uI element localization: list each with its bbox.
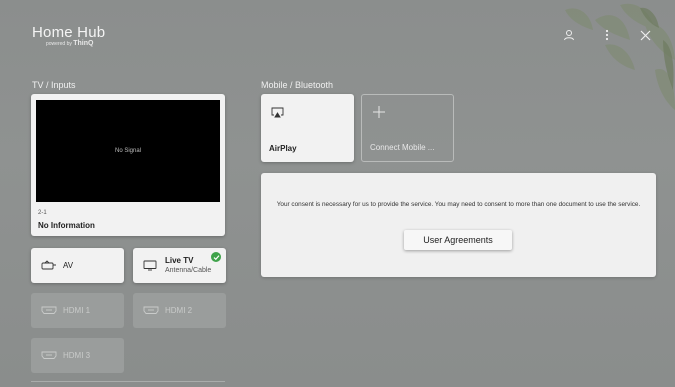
connect-mobile-label: Connect Mobile ... bbox=[370, 143, 435, 152]
program-info: No Information bbox=[38, 221, 95, 230]
airplay-icon bbox=[271, 105, 284, 123]
user-agreements-button[interactable]: User Agreements bbox=[404, 230, 512, 250]
input-live-tv-label: Live TV bbox=[165, 255, 194, 265]
top-icon-bar bbox=[561, 27, 653, 43]
input-av-label: AV bbox=[63, 261, 74, 270]
app-header: Home Hub powered by ThinQ bbox=[32, 24, 105, 47]
input-live-tv-sublabel: Antenna/Cable bbox=[165, 266, 212, 274]
hdmi-icon bbox=[41, 305, 57, 317]
input-hdmi-3-label: HDMI 3 bbox=[63, 351, 91, 360]
input-hdmi-1[interactable]: HDMI 1 bbox=[31, 293, 124, 328]
divider bbox=[31, 381, 225, 382]
input-live-tv[interactable]: Live TV Antenna/Cable bbox=[133, 248, 226, 283]
tv-inputs-label: TV / Inputs bbox=[32, 80, 76, 90]
input-hdmi-2-label: HDMI 2 bbox=[165, 306, 193, 315]
hdmi-icon bbox=[143, 305, 159, 317]
input-av[interactable]: AV bbox=[31, 248, 124, 283]
app-subtitle: powered by ThinQ bbox=[46, 40, 105, 47]
tv-preview-card[interactable]: No Signal 2-1 No Information bbox=[31, 94, 225, 236]
airplay-card[interactable]: AirPlay bbox=[261, 94, 354, 162]
consent-message: Your consent is necessary for us to prov… bbox=[276, 201, 641, 208]
input-hdmi-3[interactable]: HDMI 3 bbox=[31, 338, 124, 373]
hdmi-icon bbox=[41, 350, 57, 362]
subtitle-brand: ThinQ bbox=[73, 40, 94, 47]
plus-icon bbox=[373, 105, 385, 123]
av-input-icon bbox=[41, 260, 57, 272]
tv-preview-screen: No Signal bbox=[36, 100, 220, 202]
airplay-label: AirPlay bbox=[269, 144, 297, 153]
close-icon[interactable] bbox=[637, 27, 653, 43]
account-icon[interactable] bbox=[561, 27, 577, 43]
channel-number: 2-1 bbox=[38, 210, 47, 216]
live-tv-text: Live TV Antenna/Cable bbox=[165, 256, 211, 276]
input-hdmi-1-label: HDMI 1 bbox=[63, 306, 91, 315]
more-options-icon[interactable] bbox=[599, 27, 615, 43]
input-hdmi-2[interactable]: HDMI 2 bbox=[133, 293, 226, 328]
app-title: Home Hub bbox=[32, 24, 106, 41]
tv-icon bbox=[143, 260, 159, 272]
connect-mobile-card[interactable]: Connect Mobile ... bbox=[361, 94, 454, 162]
subtitle-prefix: powered by bbox=[46, 41, 72, 47]
mobile-bluetooth-label: Mobile / Bluetooth bbox=[261, 80, 334, 90]
no-signal-text: No Signal bbox=[114, 148, 141, 154]
connected-check-icon bbox=[211, 252, 221, 262]
consent-panel: Your consent is necessary for us to prov… bbox=[261, 173, 656, 277]
